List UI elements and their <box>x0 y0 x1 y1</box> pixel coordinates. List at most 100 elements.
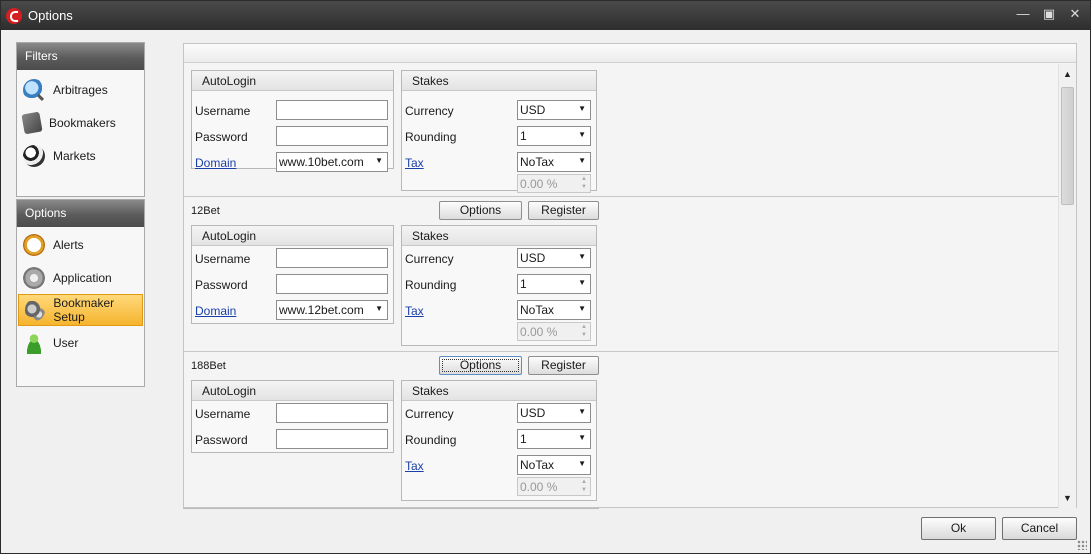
autologin-title: AutoLogin <box>192 71 393 91</box>
nav-item-label: Application <box>53 270 112 285</box>
dropdown-arrow-icon: ▼ <box>578 278 586 287</box>
maximize-button[interactable]: ▣ <box>1040 5 1058 23</box>
tax-percent-value: 0.00 % <box>520 177 558 191</box>
autologin-title: AutoLogin <box>192 226 393 246</box>
username-input[interactable] <box>276 248 388 268</box>
vertical-scrollbar[interactable]: ▲ ▼ <box>1058 64 1076 508</box>
nav-item-application[interactable]: Application <box>17 261 144 294</box>
rounding-value: 1 <box>520 129 527 143</box>
dropdown-arrow-icon: ▼ <box>375 156 383 165</box>
stakes-group: Stakes Currency USD ▼ Rounding 1 ▼ Tax N… <box>401 70 597 193</box>
currency-select[interactable]: USD ▼ <box>517 100 591 120</box>
scroll-down-icon[interactable]: ▼ <box>1059 490 1076 506</box>
username-input[interactable] <box>276 403 388 423</box>
dropdown-arrow-icon: ▼ <box>578 130 586 139</box>
dropdown-arrow-icon: ▼ <box>578 156 586 165</box>
dropdown-arrow-icon: ▼ <box>578 433 586 442</box>
rounding-value: 1 <box>520 277 527 291</box>
domain-select[interactable]: www.12bet.com ▼ <box>276 300 388 320</box>
dropdown-arrow-icon: ▼ <box>578 252 586 261</box>
rounding-label: Rounding <box>405 278 457 292</box>
stakes-title: Stakes <box>402 71 596 91</box>
tax-percent-value: 0.00 % <box>520 325 558 339</box>
nav-item-bookmaker-setup[interactable]: Bookmaker Setup <box>18 294 143 326</box>
scrollbar-thumb[interactable] <box>1061 87 1074 205</box>
currency-select[interactable]: USD ▼ <box>517 403 591 423</box>
bookmaker-register-button[interactable]: Register <box>528 201 599 220</box>
nav-item-label: Alerts <box>53 237 84 252</box>
nav-item-alerts[interactable]: Alerts <box>17 228 144 261</box>
tax-link[interactable]: Tax <box>405 304 424 318</box>
nav-item-markets[interactable]: Markets <box>17 139 144 172</box>
bookmaker-register-button[interactable]: Register <box>528 356 599 375</box>
ok-button[interactable]: Ok <box>921 517 996 540</box>
app-logo-icon <box>6 7 22 24</box>
title-bar[interactable]: Options — ▣ ✕ <box>1 1 1090 30</box>
spinner-arrows-icon: ▲ ▼ <box>581 324 587 338</box>
currency-value: USD <box>520 103 546 117</box>
password-input[interactable] <box>276 429 388 449</box>
bookmaker-section: 12Bet Options Register AutoLogin Usernam… <box>184 196 1058 346</box>
stakes-group: Stakes Currency USD ▼ Rounding 1 ▼ Tax N… <box>401 225 597 346</box>
tax-value: NoTax <box>520 155 555 169</box>
separator <box>183 508 599 509</box>
domain-link[interactable]: Domain <box>195 156 236 170</box>
tax-percent-spinner[interactable]: 0.00 % ▲ ▼ <box>517 322 591 341</box>
currency-label: Currency <box>405 104 454 118</box>
username-input[interactable] <box>276 100 388 120</box>
tax-value: NoTax <box>520 458 555 472</box>
book-icon <box>21 111 43 134</box>
nav-item-label: Bookmakers <box>49 115 116 130</box>
bookmaker-section: 188Bet Options Register AutoLogin Userna… <box>184 351 1058 501</box>
rounding-select[interactable]: 1 ▼ <box>517 274 591 294</box>
tax-percent-spinner[interactable]: 0.00 % ▲ ▼ <box>517 477 591 496</box>
username-label: Username <box>195 104 251 118</box>
spinner-arrows-icon: ▲ ▼ <box>581 479 587 493</box>
nav-item-user[interactable]: User <box>17 326 144 359</box>
gear-icon <box>23 266 45 289</box>
minimize-button[interactable]: — <box>1014 5 1032 23</box>
magnifier-icon <box>23 78 45 101</box>
bookmaker-name: 188Bet <box>191 360 226 372</box>
bookmaker-setup-frame: AutoLogin Username Password Domain www.1… <box>183 43 1077 508</box>
nav-item-bookmakers[interactable]: Bookmakers <box>17 106 144 139</box>
scroll-up-icon[interactable]: ▲ <box>1059 66 1076 82</box>
tax-link[interactable]: Tax <box>405 459 424 473</box>
tax-select[interactable]: NoTax ▼ <box>517 455 591 475</box>
bookmaker-options-button[interactable]: Options <box>439 356 522 375</box>
spinner-arrows-icon: ▲ ▼ <box>581 176 587 190</box>
user-icon <box>23 331 45 354</box>
bookmaker-options-button[interactable]: Options <box>439 201 522 220</box>
currency-select[interactable]: USD ▼ <box>517 248 591 268</box>
dropdown-arrow-icon: ▼ <box>578 104 586 113</box>
domain-select[interactable]: www.10bet.com ▼ <box>276 152 388 172</box>
tax-percent-spinner[interactable]: 0.00 % ▲ ▼ <box>517 174 591 193</box>
tax-link[interactable]: Tax <box>405 156 424 170</box>
autologin-group: AutoLogin Username Password Domain www.1… <box>191 225 394 324</box>
nav-item-label: User <box>53 335 79 350</box>
nav-item-arbitrages[interactable]: Arbitrages <box>17 73 144 106</box>
window-title: Options <box>28 8 73 23</box>
password-input[interactable] <box>276 126 388 146</box>
password-label: Password <box>195 433 248 447</box>
password-input[interactable] <box>276 274 388 294</box>
rounding-select[interactable]: 1 ▼ <box>517 429 591 449</box>
domain-link[interactable]: Domain <box>195 304 236 318</box>
stakes-group: Stakes Currency USD ▼ Rounding 1 ▼ Tax N… <box>401 380 597 501</box>
bookmaker-name: 12Bet <box>191 205 220 217</box>
rounding-select[interactable]: 1 ▼ <box>517 126 591 146</box>
tax-select[interactable]: NoTax ▼ <box>517 300 591 320</box>
tax-select[interactable]: NoTax ▼ <box>517 152 591 172</box>
soccer-ball-icon <box>23 144 45 167</box>
rounding-value: 1 <box>520 432 527 446</box>
rounding-label: Rounding <box>405 130 457 144</box>
autologin-group: AutoLogin Username Password Domain www.1… <box>191 70 394 172</box>
resize-grip-icon[interactable] <box>1077 540 1087 550</box>
rounding-label: Rounding <box>405 433 457 447</box>
currency-label: Currency <box>405 407 454 421</box>
cancel-button[interactable]: Cancel <box>1002 517 1077 540</box>
options-header: Options <box>17 200 144 227</box>
autologin-group: AutoLogin Username Password <box>191 380 394 453</box>
nav-item-label: Bookmaker Setup <box>53 296 115 324</box>
close-button[interactable]: ✕ <box>1066 5 1084 23</box>
